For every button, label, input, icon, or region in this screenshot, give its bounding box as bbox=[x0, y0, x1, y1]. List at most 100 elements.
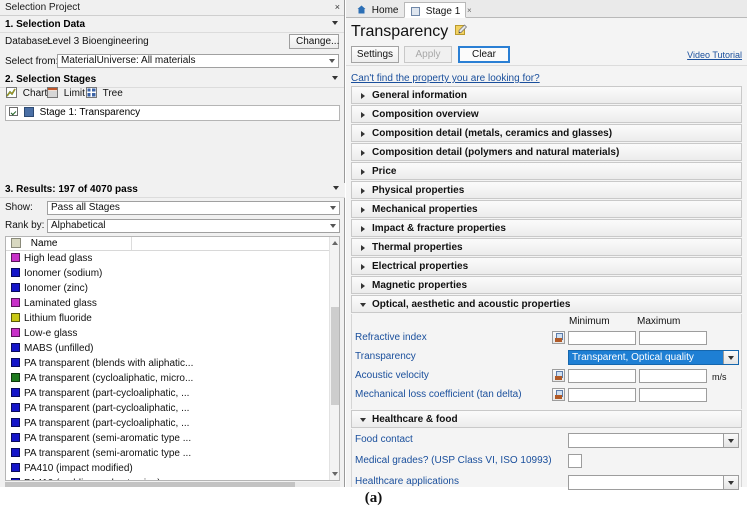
maximum-input[interactable] bbox=[639, 331, 707, 345]
tree-tool-label: Tree bbox=[103, 88, 123, 99]
transparency-select[interactable]: Transparent, Optical quality bbox=[568, 350, 739, 365]
tab-stage-1[interactable]: Stage 1 × bbox=[404, 2, 466, 18]
settings-button[interactable]: Settings bbox=[351, 46, 399, 63]
field-label: Transparency bbox=[355, 351, 416, 362]
minimum-input[interactable] bbox=[568, 369, 636, 383]
result-list-item[interactable]: PA transparent (semi-aromatic type ... bbox=[6, 431, 339, 446]
maximum-input[interactable] bbox=[639, 369, 707, 383]
stage-checkbox[interactable] bbox=[9, 107, 18, 116]
accordion-header-4[interactable]: Price bbox=[351, 162, 742, 180]
stage-list: Stage 1: Transparency bbox=[5, 105, 340, 121]
chevron-down-icon[interactable] bbox=[723, 434, 738, 447]
accordion-header-10[interactable]: Magnetic properties bbox=[351, 276, 742, 294]
clear-button[interactable]: Clear bbox=[458, 46, 510, 63]
section-header-results[interactable]: 3. Results: 197 of 4070 pass bbox=[0, 183, 345, 198]
minimum-input[interactable] bbox=[568, 331, 636, 345]
tree-icon bbox=[86, 87, 97, 98]
result-list-item[interactable]: PA transparent (blends with aliphatic... bbox=[6, 356, 339, 371]
property-selection-panel: Home Stage 1 × Transparency Settings App… bbox=[346, 0, 747, 487]
limit-icon bbox=[47, 87, 58, 98]
close-icon[interactable]: × bbox=[335, 1, 340, 13]
chevron-right-icon bbox=[361, 207, 365, 213]
result-list-item[interactable]: MABS (unfilled) bbox=[6, 341, 339, 356]
result-list-item[interactable]: PA410 (molding and extrusion) bbox=[6, 476, 339, 481]
result-list-item[interactable]: PA transparent (semi-aromatic type ... bbox=[6, 446, 339, 461]
accordion-header-11[interactable]: Optical, aesthetic and acoustic properti… bbox=[351, 295, 742, 313]
unit-converter-icon[interactable] bbox=[552, 331, 565, 344]
result-list-item[interactable]: PA transparent (part-cycloaliphatic, ... bbox=[6, 416, 339, 431]
accordion-header-6[interactable]: Mechanical properties bbox=[351, 200, 742, 218]
result-list-item[interactable]: PA transparent (cycloaliphatic, micro... bbox=[6, 371, 339, 386]
panel-titlebar: Selection Project × bbox=[0, 0, 344, 16]
show-combo[interactable]: Pass all Stages bbox=[47, 201, 340, 215]
results-list[interactable]: Name High lead glassIonomer (sodium)Iono… bbox=[5, 236, 340, 481]
material-color-swatch-icon bbox=[11, 463, 20, 472]
maximum-input[interactable] bbox=[639, 388, 707, 402]
accordion-label: Electrical properties bbox=[372, 261, 468, 272]
scrollbar-thumb[interactable] bbox=[331, 307, 339, 405]
accordion-label: Optical, aesthetic and acoustic properti… bbox=[372, 299, 570, 310]
field-label: Acoustic velocity bbox=[355, 370, 429, 381]
accordion-header-5[interactable]: Physical properties bbox=[351, 181, 742, 199]
healthcare-field-row: Food contact bbox=[352, 431, 741, 451]
result-list-item[interactable]: High lead glass bbox=[6, 251, 339, 266]
property-toolbar: Settings Apply Clear Video Tutorial bbox=[346, 44, 747, 66]
unit-converter-icon[interactable] bbox=[552, 369, 565, 382]
accordion-header-0[interactable]: General information bbox=[351, 86, 742, 104]
select-from-combo[interactable]: MaterialUniverse: All materials bbox=[57, 54, 339, 68]
collapse-caret-icon[interactable] bbox=[333, 186, 339, 190]
accordion-label: Composition detail (polymers and natural… bbox=[372, 147, 619, 158]
chevron-down-icon[interactable] bbox=[723, 351, 738, 364]
accordion-header-7[interactable]: Impact & fracture properties bbox=[351, 219, 742, 237]
accordion-header-1[interactable]: Composition overview bbox=[351, 105, 742, 123]
result-list-item[interactable]: PA transparent (part-cycloaliphatic, ... bbox=[6, 401, 339, 416]
unit-converter-icon[interactable] bbox=[552, 388, 565, 401]
chevron-right-icon bbox=[361, 131, 365, 137]
section-header-selection-data[interactable]: 1. Selection Data bbox=[0, 18, 344, 33]
close-icon[interactable]: × bbox=[467, 6, 472, 15]
change-database-button[interactable]: Change... bbox=[289, 34, 339, 49]
find-property-link[interactable]: Can't find the property you are looking … bbox=[351, 73, 540, 84]
scroll-up-icon[interactable] bbox=[332, 241, 338, 245]
section-title-selection-stages: 2. Selection Stages bbox=[5, 74, 96, 85]
accordion-header-8[interactable]: Thermal properties bbox=[351, 238, 742, 256]
result-list-item[interactable]: Ionomer (zinc) bbox=[6, 281, 339, 296]
scroll-down-icon[interactable] bbox=[332, 472, 338, 476]
result-list-item[interactable]: Laminated glass bbox=[6, 296, 339, 311]
apply-button[interactable]: Apply bbox=[404, 46, 452, 63]
collapse-caret-icon[interactable] bbox=[332, 21, 338, 25]
medical-grades-checkbox[interactable] bbox=[568, 454, 582, 468]
chevron-right-icon bbox=[361, 188, 365, 194]
healthcare-select[interactable] bbox=[568, 433, 739, 448]
collapse-caret-icon[interactable] bbox=[332, 76, 338, 80]
video-tutorial-link[interactable]: Video Tutorial bbox=[687, 50, 742, 60]
accordion-header-9[interactable]: Electrical properties bbox=[351, 257, 742, 275]
results-scrollbar[interactable] bbox=[329, 237, 339, 480]
chevron-right-icon bbox=[361, 93, 365, 99]
accordion-label: Composition detail (metals, ceramics and… bbox=[372, 128, 612, 139]
material-color-swatch-icon bbox=[11, 298, 20, 307]
section-title-selection-data: 1. Selection Data bbox=[5, 19, 85, 30]
limit-tool-button[interactable]: Limit bbox=[47, 87, 85, 99]
chart-tool-button[interactable]: Chart bbox=[6, 87, 47, 99]
edit-pencil-icon[interactable] bbox=[455, 24, 467, 36]
accordion-header-3[interactable]: Composition detail (polymers and natural… bbox=[351, 143, 742, 161]
tab-home[interactable]: Home bbox=[350, 2, 402, 18]
accordion-header-healthcare[interactable]: Healthcare & food bbox=[351, 410, 742, 428]
rank-by-combo[interactable]: Alphabetical bbox=[47, 219, 340, 233]
result-list-item[interactable]: PA410 (impact modified) bbox=[6, 461, 339, 476]
home-icon bbox=[357, 4, 366, 13]
columns-icon bbox=[11, 238, 21, 248]
chevron-down-icon bbox=[329, 59, 335, 63]
result-list-item[interactable]: Ionomer (sodium) bbox=[6, 266, 339, 281]
material-color-swatch-icon bbox=[11, 388, 20, 397]
result-list-item[interactable]: Low-e glass bbox=[6, 326, 339, 341]
minimum-input[interactable] bbox=[568, 388, 636, 402]
field-label: Mechanical loss coefficient (tan delta) bbox=[355, 389, 522, 400]
stage-list-item[interactable]: Stage 1: Transparency bbox=[6, 106, 339, 119]
stage-tool-buttons: Chart Limit bbox=[0, 86, 345, 104]
tree-tool-button[interactable]: Tree bbox=[86, 87, 123, 99]
result-list-item[interactable]: Lithium fluoride bbox=[6, 311, 339, 326]
accordion-header-2[interactable]: Composition detail (metals, ceramics and… bbox=[351, 124, 742, 142]
result-list-item[interactable]: PA transparent (part-cycloaliphatic, ... bbox=[6, 386, 339, 401]
